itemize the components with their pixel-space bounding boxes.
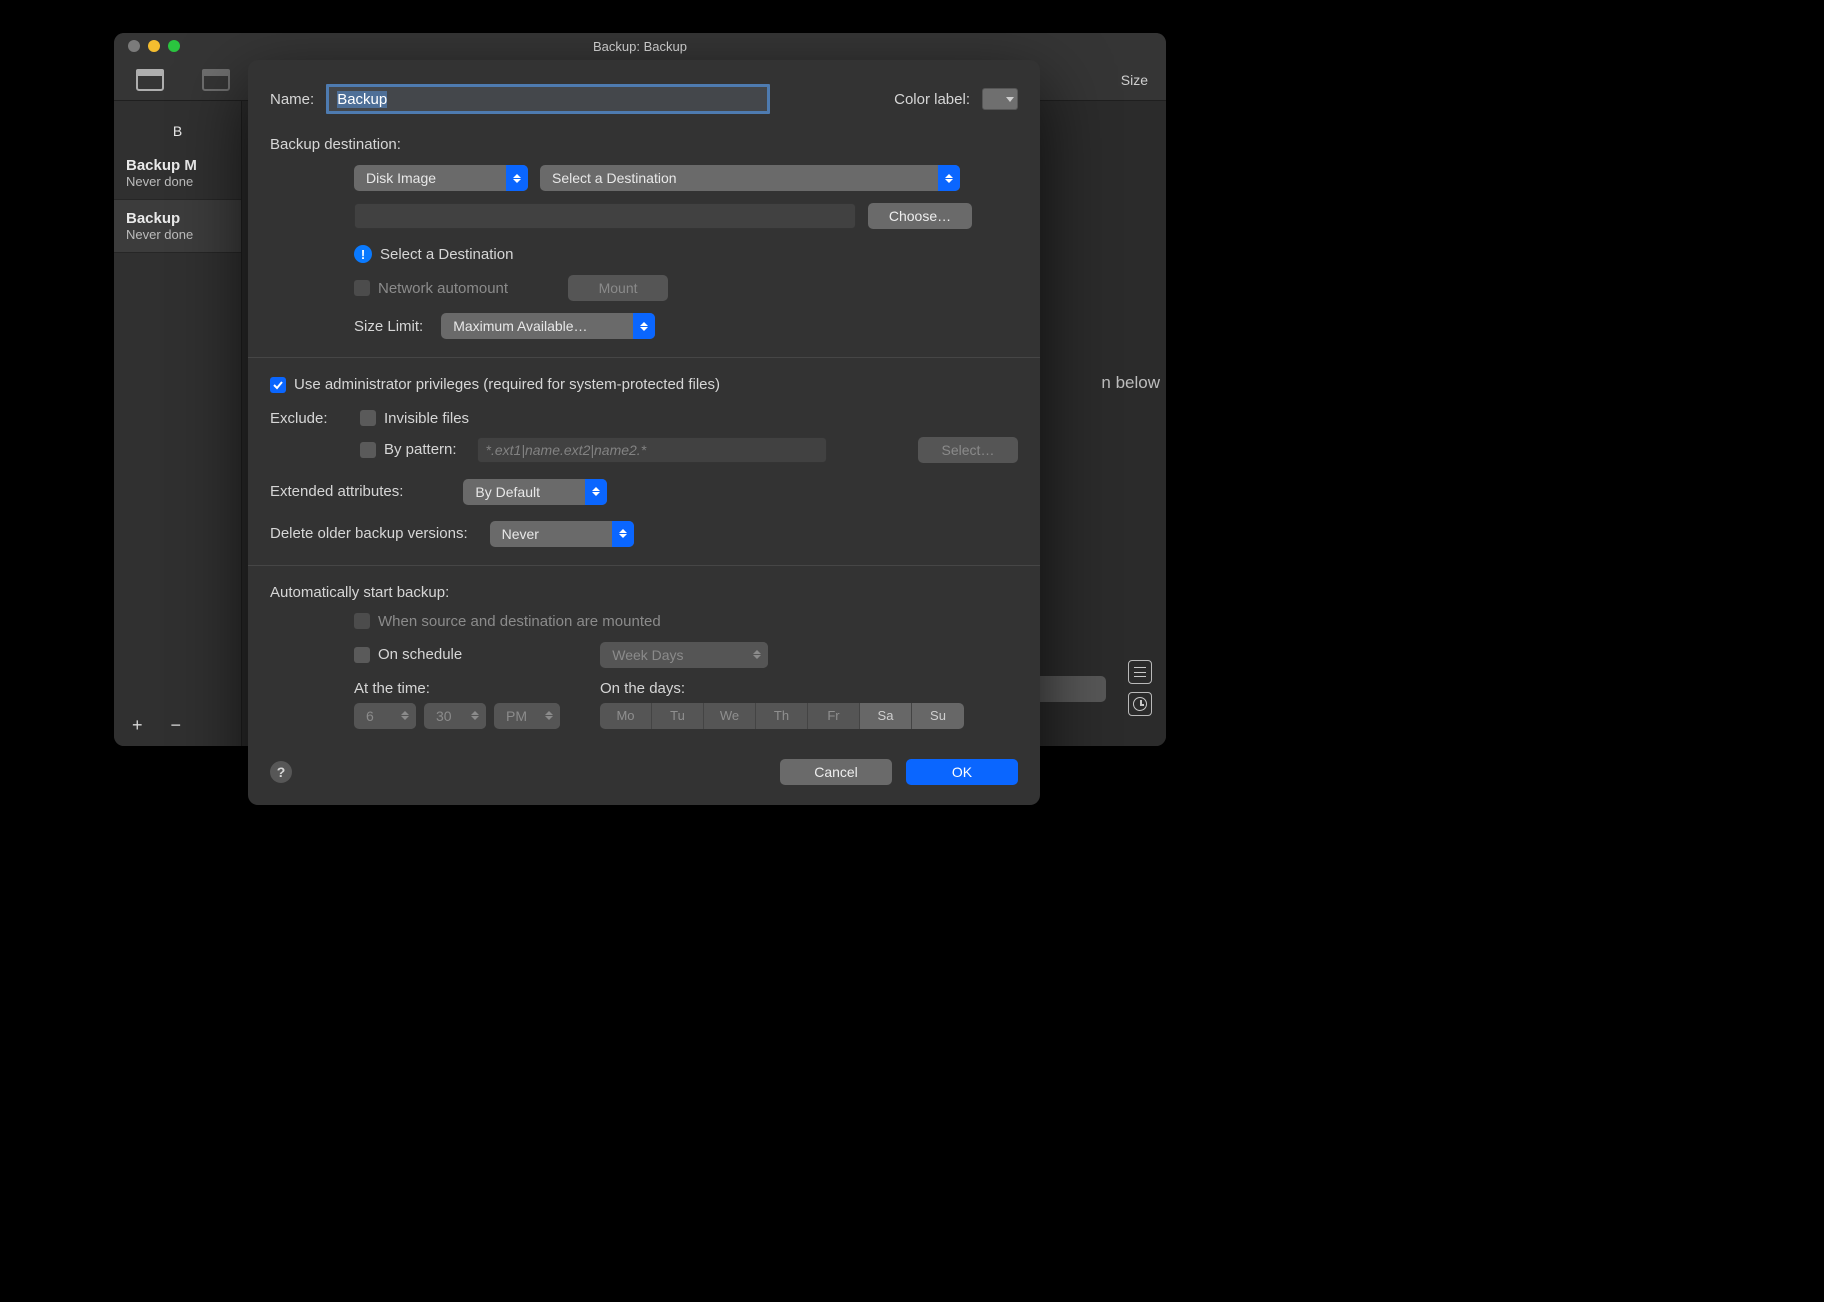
network-automount-checkbox: Network automount	[354, 280, 508, 297]
zoom-window-icon[interactable]	[168, 40, 180, 52]
extended-attributes-label: Extended attributes:	[270, 483, 403, 500]
background-text-fragment: n below	[1101, 373, 1160, 393]
name-input[interactable]	[326, 84, 770, 114]
size-limit-select[interactable]: Maximum Available…	[441, 313, 655, 339]
on-schedule-checkbox[interactable]: On schedule	[354, 646, 462, 663]
popup-value: Never	[502, 526, 539, 542]
ampm-select: PM	[494, 703, 560, 729]
select-button: Select…	[918, 437, 1018, 463]
popup-value: Week Days	[612, 647, 683, 663]
sidebar-item-title: Backup	[126, 210, 229, 227]
ok-button[interactable]: OK	[906, 759, 1018, 785]
minimize-window-icon[interactable]	[148, 40, 160, 52]
on-days-label: On the days:	[600, 680, 964, 697]
view-mode-1-icon[interactable]	[136, 69, 164, 91]
add-button[interactable]: +	[132, 715, 143, 736]
pattern-field[interactable]	[477, 437, 827, 463]
exclude-label: Exclude:	[270, 410, 348, 427]
color-label-select[interactable]	[982, 88, 1018, 110]
days-selector: Mo Tu We Th Fr Sa Su	[600, 703, 964, 729]
admin-privileges-checkbox[interactable]: Use administrator privileges (required f…	[270, 376, 720, 393]
day-su: Su	[912, 703, 964, 729]
traffic-lights	[114, 40, 180, 52]
hour-select: 6	[354, 703, 416, 729]
popup-value: Maximum Available…	[453, 318, 587, 334]
sidebar-item-subtitle: Never done	[126, 174, 229, 189]
day-we: We	[704, 703, 756, 729]
sidebar-item-backup-m[interactable]: Backup M Never done	[114, 147, 241, 200]
popup-value: Select a Destination	[552, 170, 677, 186]
delete-versions-label: Delete older backup versions:	[270, 525, 468, 542]
size-column-header[interactable]: Size	[1121, 72, 1148, 88]
invisible-files-checkbox[interactable]: Invisible files	[360, 410, 469, 427]
destination-title: Backup destination:	[270, 136, 1018, 153]
popup-value: Disk Image	[366, 170, 436, 186]
day-sa: Sa	[860, 703, 912, 729]
backup-settings-dialog: Name: Color label: Backup destination: D…	[248, 60, 1040, 805]
document-icon[interactable]	[1128, 660, 1152, 684]
day-th: Th	[756, 703, 808, 729]
sidebar-item-subtitle: Never done	[126, 227, 229, 242]
size-limit-label: Size Limit:	[354, 318, 423, 335]
popup-value: By Default	[475, 484, 540, 500]
close-window-icon[interactable]	[128, 40, 140, 52]
titlebar: Backup: Backup	[114, 33, 1166, 59]
cancel-button[interactable]: Cancel	[780, 759, 892, 785]
day-mo: Mo	[600, 703, 652, 729]
day-tu: Tu	[652, 703, 704, 729]
schedule-mode-select: Week Days	[600, 642, 768, 668]
remove-button[interactable]: −	[171, 715, 182, 736]
mount-button: Mount	[568, 275, 668, 301]
destination-select[interactable]: Select a Destination	[540, 165, 960, 191]
minute-select: 30	[424, 703, 486, 729]
choose-button[interactable]: Choose…	[868, 203, 972, 229]
color-label: Color label:	[894, 91, 970, 108]
window-title: Backup: Backup	[114, 39, 1166, 54]
sidebar-header-letter: B	[114, 121, 241, 147]
help-button[interactable]: ?	[270, 761, 292, 783]
destination-warning: Select a Destination	[380, 246, 513, 263]
clock-icon[interactable]	[1128, 692, 1152, 716]
sidebar: B Backup M Never done Backup Never done …	[114, 101, 242, 746]
sidebar-item-backup[interactable]: Backup Never done	[114, 200, 241, 253]
info-icon: !	[354, 245, 372, 263]
auto-start-title: Automatically start backup:	[270, 584, 1018, 601]
delete-versions-select[interactable]: Never	[490, 521, 634, 547]
name-label: Name:	[270, 91, 314, 108]
chevron-down-icon	[1006, 97, 1014, 102]
destination-path-field[interactable]	[354, 203, 856, 229]
extended-attributes-select[interactable]: By Default	[463, 479, 607, 505]
day-fr: Fr	[808, 703, 860, 729]
when-mounted-checkbox: When source and destination are mounted	[354, 613, 1018, 630]
view-mode-2-icon[interactable]	[202, 69, 230, 91]
destination-type-select[interactable]: Disk Image	[354, 165, 528, 191]
by-pattern-checkbox[interactable]: By pattern:	[360, 441, 457, 458]
sidebar-item-title: Backup M	[126, 157, 229, 174]
at-time-label: At the time:	[354, 680, 560, 697]
